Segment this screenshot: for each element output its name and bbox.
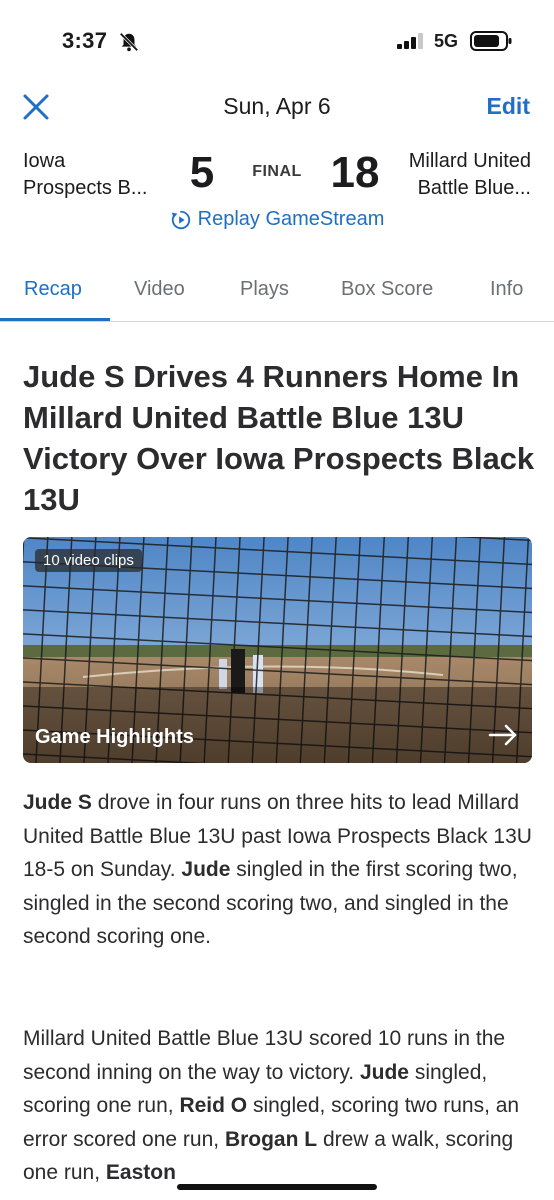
game-status: FINAL — [252, 163, 302, 180]
tab-box-score[interactable]: Box Score — [341, 278, 433, 301]
game-highlights-card[interactable]: 10 video clips Game Highlights — [23, 537, 532, 763]
player-name: Brogan L — [224, 1127, 318, 1151]
home-indicator[interactable] — [177, 1184, 377, 1190]
network-label: 5G — [434, 31, 459, 51]
tab-video[interactable]: Video — [134, 278, 185, 301]
recap-paragraph-1: Jude S drove in four runs on three hits … — [23, 786, 538, 954]
edit-button[interactable]: Edit — [487, 93, 530, 120]
status-bar: 3:37 5G — [0, 0, 554, 84]
bell-slash-icon — [119, 32, 139, 52]
replay-label: Replay GameStream — [197, 208, 385, 230]
home-score: 5 — [189, 148, 215, 197]
player-name: Jude — [359, 1060, 409, 1084]
player-name: Jude — [181, 858, 231, 881]
player-name: Reid O — [179, 1094, 248, 1117]
arrow-right-icon — [488, 724, 517, 746]
tab-plays[interactable]: Plays — [240, 278, 289, 301]
signal-icon — [397, 33, 423, 49]
game-date: Sun, Apr 6 — [223, 93, 331, 119]
away-team-line1: Millard United — [408, 150, 531, 172]
home-team-line2: Prospects B... — [23, 177, 148, 199]
video-clips-badge: 10 video clips — [35, 549, 142, 572]
game-highlights-label: Game Highlights — [35, 726, 194, 748]
status-time: 3:37 — [62, 28, 108, 53]
player-name: Jude S — [23, 791, 92, 814]
away-team-line2: Battle Blue... — [417, 177, 531, 199]
player-name: Easton — [105, 1161, 176, 1184]
replay-icon — [171, 210, 190, 229]
away-team-name[interactable]: Millard United Battle Blue... — [371, 148, 531, 202]
recap-headline: Jude S Drives 4 Runners Home In Millard … — [23, 359, 535, 517]
tab-recap[interactable]: Recap — [24, 278, 82, 301]
battery-icon — [470, 31, 512, 51]
tab-info[interactable]: Info — [490, 278, 523, 301]
home-team-name[interactable]: Iowa Prospects B... — [23, 148, 173, 202]
home-team-line1: Iowa — [23, 150, 66, 172]
active-tab-indicator — [0, 318, 110, 321]
tab-bar: Recap Video Plays Box Score Info — [0, 268, 554, 322]
replay-gamestream-link[interactable]: Replay GameStream — [0, 208, 554, 237]
recap-paragraph-2: Millard United Battle Blue 13U scored 10… — [23, 1022, 538, 1190]
